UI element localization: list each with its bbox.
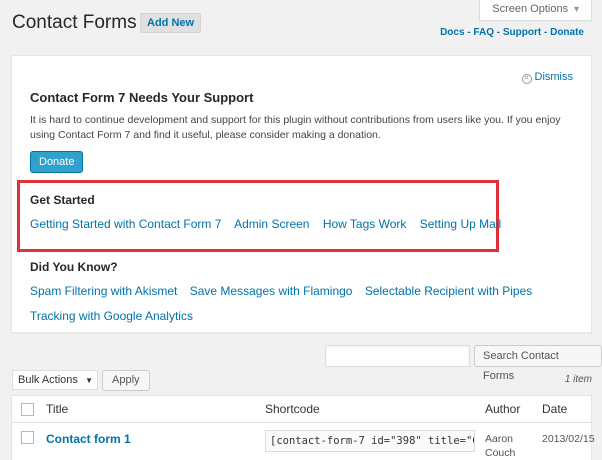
welcome-panel: ✕ Dismiss Contact Form 7 Needs Your Suppo… [11,55,592,333]
caret-down-icon: ▼ [572,4,581,14]
admin-screen-link[interactable]: Admin Screen [234,217,309,231]
screen-options-toggle[interactable]: Screen Options ▼ [479,0,592,21]
table-header: Title Shortcode Author Date [12,396,591,423]
shortcode-field[interactable]: [contact-form-7 id="398" title="Contact … [265,430,475,452]
donate-button[interactable]: Donate [30,151,84,173]
search-button[interactable]: Search Contact Forms [474,345,602,382]
get-started-heading: Get Started [30,193,95,207]
dropdown-arrow-icon: ▼ [85,376,93,385]
apply-button[interactable]: Apply [102,370,150,391]
google-analytics-link[interactable]: Tracking with Google Analytics [30,309,193,323]
help-links: Docs - FAQ - Support - Donate [440,27,584,38]
row-author: Aaron Couch [485,433,516,459]
search-input[interactable] [325,345,470,367]
getting-started-link[interactable]: Getting Started with Contact Form 7 [30,217,221,231]
dismiss-label: Dismiss [534,71,574,83]
setting-up-mail-link[interactable]: Setting Up Mail [420,217,501,231]
add-new-button[interactable]: Add New [140,13,202,33]
bulk-actions-select[interactable]: Bulk Actions ▼ [12,370,98,390]
did-you-know-heading: Did You Know? [30,260,118,274]
close-icon: ✕ [521,74,532,84]
contact-forms-table: Title Shortcode Author Date Contact form… [11,395,595,460]
flamingo-link[interactable]: Save Messages with Flamingo [190,284,353,298]
support-link[interactable]: Support [503,27,541,38]
did-you-know-links: Spam Filtering with Akismet Save Message… [30,284,541,298]
page-title: Contact Forms [12,12,137,33]
dismiss-link[interactable]: ✕ Dismiss [521,71,574,84]
akismet-link[interactable]: Spam Filtering with Akismet [30,284,177,298]
how-tags-work-link[interactable]: How Tags Work [323,217,407,231]
donate-link[interactable]: Donate [550,27,584,38]
support-heading: Contact Form 7 Needs Your Support [30,90,254,105]
row-checkbox[interactable] [21,431,34,444]
select-all-checkbox[interactable] [21,403,34,416]
screen-options-label: Screen Options [492,3,569,15]
row-title-link[interactable]: Contact form 1 [46,432,131,446]
support-text: It is hard to continue development and s… [30,114,561,141]
column-date[interactable]: Date [542,402,567,416]
row-date: 2013/02/15 [542,433,595,445]
item-count: 1 item [564,374,592,385]
faq-link[interactable]: FAQ [473,27,494,38]
column-shortcode: Shortcode [265,402,320,416]
bulk-actions-value: Bulk Actions [18,374,78,386]
column-author[interactable]: Author [485,402,520,416]
get-started-links: Getting Started with Contact Form 7 Admi… [30,217,511,231]
column-title[interactable]: Title [46,402,68,416]
did-you-know-links-row2: Tracking with Google Analytics [30,309,193,323]
pipes-link[interactable]: Selectable Recipient with Pipes [365,284,532,298]
highlight-box [17,180,499,252]
docs-link[interactable]: Docs [440,27,464,38]
